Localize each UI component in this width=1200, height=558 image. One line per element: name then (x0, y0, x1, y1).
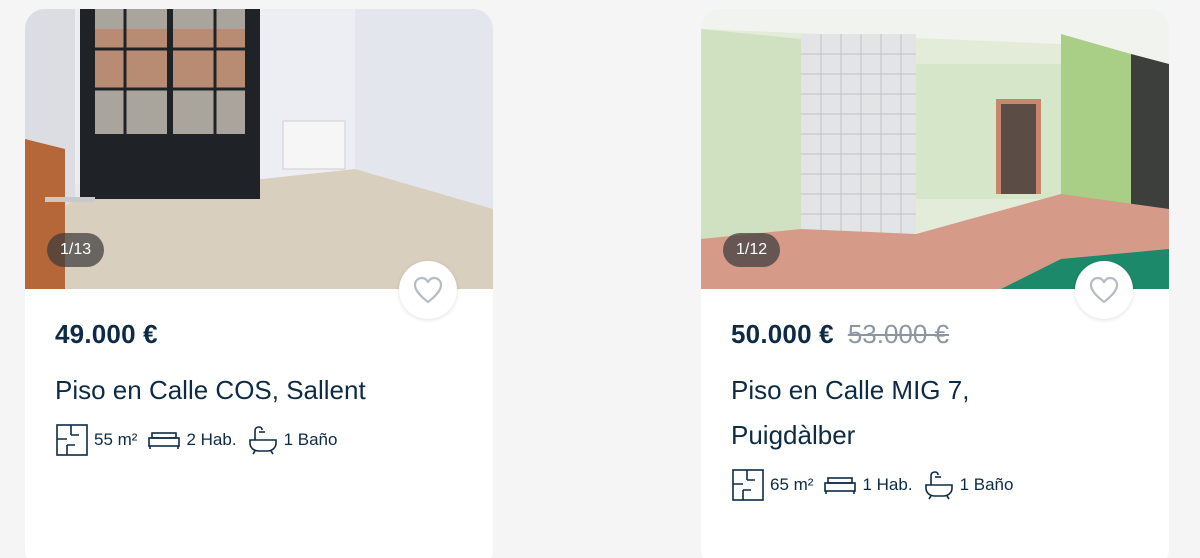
heart-outline-icon (1089, 276, 1119, 304)
bed-icon (148, 432, 181, 449)
listing-price: 50.000 € (731, 319, 834, 349)
bathtub-icon (248, 426, 277, 455)
listing-old-price: 53.000 € (847, 319, 950, 349)
listing-card[interactable]: 1/13 49.000 € Piso en Calle COS, Sallent… (25, 9, 493, 558)
listing-baths: 1 Baño (959, 475, 1014, 494)
favorite-button[interactable] (399, 261, 457, 319)
listing-title[interactable]: Piso en Calle MIG 7, Puigdàlber (731, 368, 1051, 458)
listing-photo[interactable]: 1/13 (25, 9, 493, 289)
floorplan-icon (732, 469, 764, 501)
bed-icon (824, 477, 857, 494)
heart-outline-icon (413, 276, 443, 304)
listing-rooms: 1 Hab. (862, 475, 913, 494)
listing-title[interactable]: Piso en Calle COS, Sallent (55, 368, 375, 413)
listing-rooms: 2 Hab. (186, 430, 237, 449)
listing-area: 55 m² (94, 430, 138, 449)
listing-baths: 1 Baño (283, 430, 338, 449)
listing-card[interactable]: 1/12 50.000 € 53.000 € Piso en Calle MIG… (701, 9, 1169, 558)
floorplan-icon (56, 424, 88, 456)
listing-price: 49.000 € (55, 319, 158, 349)
bathtub-icon (924, 471, 953, 500)
photo-counter: 1/12 (723, 233, 781, 267)
photo-counter: 1/13 (47, 233, 105, 267)
listing-area: 65 m² (770, 475, 814, 494)
listing-photo[interactable]: 1/12 (701, 9, 1169, 289)
favorite-button[interactable] (1075, 261, 1133, 319)
